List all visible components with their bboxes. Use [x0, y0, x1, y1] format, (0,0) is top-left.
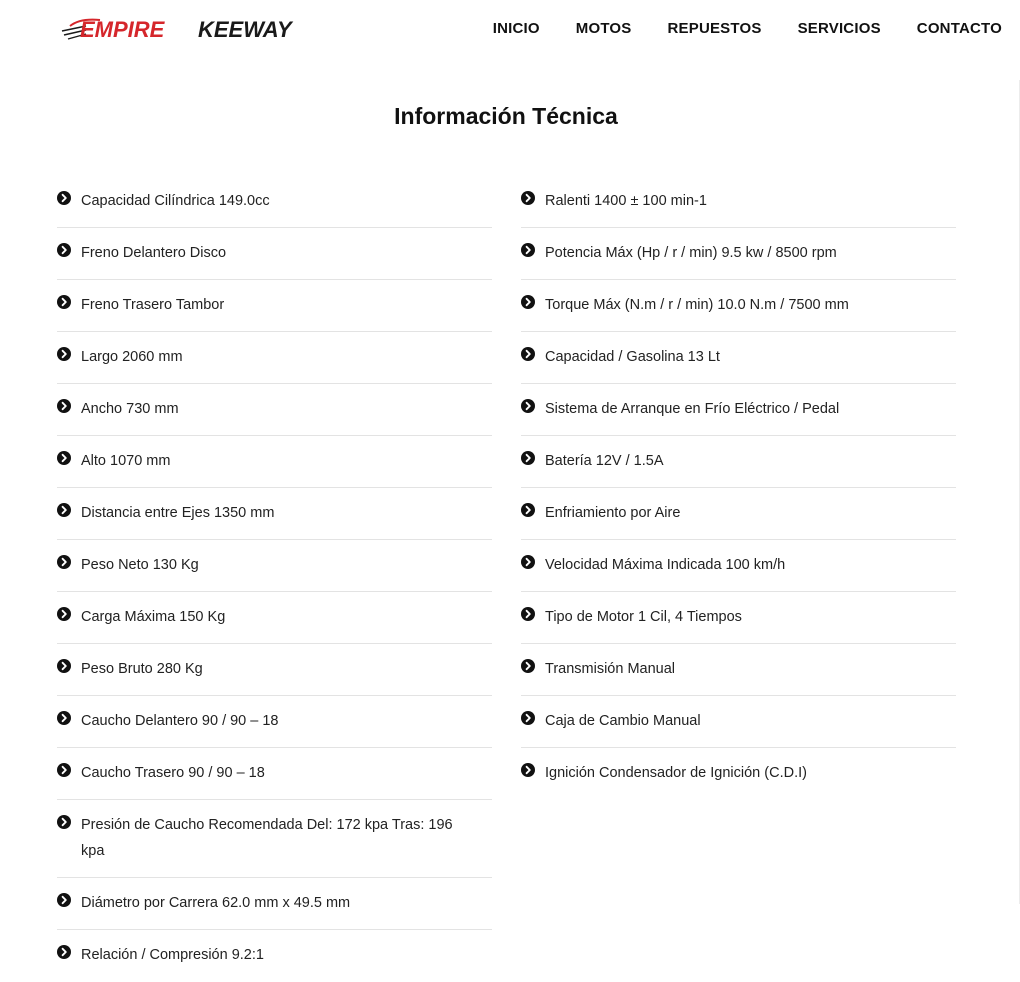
- spec-item: Ancho 730 mm: [57, 384, 492, 436]
- spec-item: Ignición Condensador de Ignición (C.D.I): [521, 748, 956, 799]
- spec-item: Largo 2060 mm: [57, 332, 492, 384]
- spec-item: Batería 12V / 1.5A: [521, 436, 956, 488]
- spec-item: Caucho Delantero 90 / 90 – 18: [57, 696, 492, 748]
- spec-item: Freno Delantero Disco: [57, 228, 492, 280]
- spec-text: Ignición Condensador de Ignición (C.D.I): [545, 765, 807, 781]
- spec-item: Freno Trasero Tambor: [57, 280, 492, 332]
- spec-text: Relación / Compresión 9.2:1: [81, 947, 264, 963]
- chevron-circle-right-icon: [57, 945, 71, 959]
- brand-logo[interactable]: EMPIRE KEEWAY: [60, 14, 316, 44]
- spec-item: Sistema de Arranque en Frío Eléctrico / …: [521, 384, 956, 436]
- empire-keeway-logo-icon: EMPIRE KEEWAY: [61, 17, 294, 42]
- chevron-circle-right-icon: [521, 607, 535, 621]
- spec-item: Alto 1070 mm: [57, 436, 492, 488]
- spec-item: Caucho Trasero 90 / 90 – 18: [57, 748, 492, 800]
- spec-text: Presión de Caucho Recomendada Del: 172 k…: [81, 817, 453, 859]
- spec-text: Ralenti 1400 ± 100 min-1: [545, 193, 707, 209]
- chevron-circle-right-icon: [57, 451, 71, 465]
- chevron-circle-right-icon: [521, 451, 535, 465]
- chevron-circle-right-icon: [57, 555, 71, 569]
- chevron-circle-right-icon: [57, 607, 71, 621]
- chevron-circle-right-icon: [521, 191, 535, 205]
- spec-text: Torque Máx (N.m / r / min) 10.0 N.m / 75…: [545, 297, 849, 313]
- nav-item-contacto[interactable]: CONTACTO: [917, 20, 1002, 38]
- spec-text: Freno Delantero Disco: [81, 245, 227, 261]
- spec-item: Torque Máx (N.m / r / min) 10.0 N.m / 75…: [521, 280, 956, 332]
- chevron-circle-right-icon: [521, 295, 535, 309]
- spec-text: Enfriamiento por Aire: [545, 505, 681, 521]
- chevron-circle-right-icon: [57, 243, 71, 257]
- spec-item: Presión de Caucho Recomendada Del: 172 k…: [57, 800, 492, 878]
- page-title: Información Técnica: [394, 103, 618, 129]
- nav-item-inicio[interactable]: INICIO: [493, 20, 540, 38]
- spec-text: Ancho 730 mm: [81, 401, 179, 417]
- nav-item-motos[interactable]: MOTOS: [576, 20, 632, 38]
- chevron-circle-right-icon: [57, 347, 71, 361]
- nav-item-servicios[interactable]: SERVICIOS: [798, 20, 881, 38]
- chevron-circle-right-icon: [57, 399, 71, 413]
- spec-item: Capacidad Cilíndrica 149.0cc: [57, 176, 492, 228]
- spec-text: Peso Neto 130 Kg: [81, 557, 199, 573]
- specs-list-left: Capacidad Cilíndrica 149.0cc Freno Delant…: [57, 176, 492, 982]
- svg-text:EMPIRE: EMPIRE: [80, 17, 166, 42]
- nav-item-repuestos[interactable]: REPUESTOS: [668, 20, 762, 38]
- svg-text:KEEWAY: KEEWAY: [198, 17, 294, 42]
- main-nav: INICIO MOTOS REPUESTOS SERVICIOS CONTACT…: [457, 20, 1002, 38]
- spec-text: Alto 1070 mm: [81, 453, 171, 469]
- chevron-circle-right-icon: [57, 711, 71, 725]
- chevron-circle-right-icon: [57, 191, 71, 205]
- spec-item: Transmisión Manual: [521, 644, 956, 696]
- specs-list-right: Ralenti 1400 ± 100 min-1 Potencia Máx (Hp…: [521, 176, 956, 799]
- spec-text: Capacidad Cilíndrica 149.0cc: [81, 193, 270, 209]
- spec-item: Distancia entre Ejes 1350 mm: [57, 488, 492, 540]
- chevron-circle-right-icon: [57, 815, 71, 829]
- spec-text: Batería 12V / 1.5A: [545, 453, 664, 469]
- spec-text: Capacidad / Gasolina 13 Lt: [545, 349, 720, 365]
- spec-item: Caja de Cambio Manual: [521, 696, 956, 748]
- spec-item: Relación / Compresión 9.2:1: [57, 930, 492, 982]
- spec-text: Diámetro por Carrera 62.0 mm x 49.5 mm: [81, 895, 351, 911]
- spec-item: Velocidad Máxima Indicada 100 km/h: [521, 540, 956, 592]
- spec-item: Peso Neto 130 Kg: [57, 540, 492, 592]
- chevron-circle-right-icon: [521, 659, 535, 673]
- spec-text: Transmisión Manual: [545, 661, 676, 677]
- spec-item: Carga Máxima 150 Kg: [57, 592, 492, 644]
- site-header: EMPIRE KEEWAY INICIO MOTOS REPUESTOS SER…: [0, 0, 1020, 60]
- spec-text: Tipo de Motor 1 Cil, 4 Tiempos: [545, 609, 742, 625]
- chevron-circle-right-icon: [57, 893, 71, 907]
- spec-text: Largo 2060 mm: [81, 349, 183, 365]
- spec-text: Carga Máxima 150 Kg: [81, 609, 226, 625]
- chevron-circle-right-icon: [521, 503, 535, 517]
- spec-item: Peso Bruto 280 Kg: [57, 644, 492, 696]
- spec-text: Caucho Trasero 90 / 90 – 18: [81, 765, 265, 781]
- spec-text: Sistema de Arranque en Frío Eléctrico / …: [545, 401, 840, 417]
- chevron-circle-right-icon: [57, 763, 71, 777]
- spec-item: Potencia Máx (Hp / r / min) 9.5 kw / 850…: [521, 228, 956, 280]
- spec-text: Velocidad Máxima Indicada 100 km/h: [545, 557, 786, 573]
- chevron-circle-right-icon: [521, 347, 535, 361]
- chevron-circle-right-icon: [521, 399, 535, 413]
- spec-item: Ralenti 1400 ± 100 min-1: [521, 176, 956, 228]
- chevron-circle-right-icon: [521, 555, 535, 569]
- chevron-circle-right-icon: [521, 711, 535, 725]
- chevron-circle-right-icon: [57, 659, 71, 673]
- spec-text: Potencia Máx (Hp / r / min) 9.5 kw / 850…: [545, 245, 837, 261]
- chevron-circle-right-icon: [521, 763, 535, 777]
- spec-item: Capacidad / Gasolina 13 Lt: [521, 332, 956, 384]
- spec-text: Distancia entre Ejes 1350 mm: [81, 505, 275, 521]
- chevron-circle-right-icon: [57, 503, 71, 517]
- spec-text: Caucho Delantero 90 / 90 – 18: [81, 713, 279, 729]
- chevron-circle-right-icon: [521, 243, 535, 257]
- chevron-circle-right-icon: [57, 295, 71, 309]
- spec-item: Diámetro por Carrera 62.0 mm x 49.5 mm: [57, 878, 492, 930]
- spec-item: Tipo de Motor 1 Cil, 4 Tiempos: [521, 592, 956, 644]
- spec-text: Freno Trasero Tambor: [81, 297, 225, 313]
- spec-text: Peso Bruto 280 Kg: [81, 661, 203, 677]
- spec-text: Caja de Cambio Manual: [545, 713, 701, 729]
- spec-item: Enfriamiento por Aire: [521, 488, 956, 540]
